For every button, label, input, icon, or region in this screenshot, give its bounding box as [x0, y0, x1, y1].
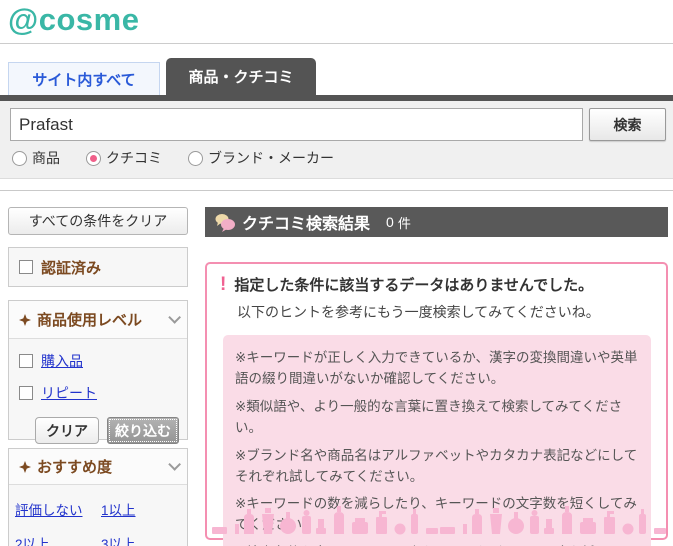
- search-input[interactable]: [10, 108, 583, 141]
- usage-level-box: 商品使用レベル 購入品 リピート クリア 絞り込む: [8, 300, 188, 444]
- chevron-down-icon[interactable]: [168, 311, 181, 324]
- repeat-checkbox[interactable]: [19, 386, 33, 400]
- radio-review[interactable]: クチコミ: [86, 148, 162, 168]
- radio-review-circle[interactable]: [86, 150, 101, 166]
- results-title: クチコミ検索結果: [242, 216, 371, 233]
- no-results-heading-row: ! 指定した条件に該当するデータはありませんでした。: [207, 264, 666, 296]
- search-type-radios: 商品 クチコミ ブランド・メーカー: [12, 148, 360, 168]
- speech-bubbles-icon: [215, 213, 235, 232]
- recommend-header[interactable]: おすすめ度: [9, 449, 187, 485]
- cosmetics-bottles-illustration: [212, 506, 666, 535]
- results-count-unit: 件: [397, 215, 411, 231]
- verified-filter-box[interactable]: 認証済み: [8, 247, 188, 287]
- recommend-link-1plus[interactable]: 1以上: [101, 499, 187, 519]
- recommend-link-2plus[interactable]: 2以上: [15, 533, 101, 546]
- tab-site-all-label: サイト内すべて: [32, 71, 136, 89]
- radio-product-circle[interactable]: [12, 150, 27, 166]
- no-results-subheading: 以下のヒントを参考にもう一度検索してみてくださいね。: [237, 303, 600, 320]
- content-divider: [0, 190, 673, 191]
- no-results-heading: 指定した条件に該当するデータはありませんでした。: [234, 277, 594, 294]
- star-icon: [19, 460, 31, 473]
- chevron-down-icon[interactable]: [168, 458, 181, 471]
- tab-product-review-label: 商品・クチコミ: [188, 69, 294, 86]
- search-panel: 検索 商品 クチコミ ブランド・メーカー: [0, 95, 673, 179]
- usage-buttons: クリア 絞り込む: [35, 417, 187, 444]
- radio-brand-maker-label: ブランド・メーカー: [208, 150, 334, 166]
- purchased-checkbox[interactable]: [19, 354, 33, 368]
- usage-filter-button[interactable]: 絞り込む: [107, 417, 179, 444]
- hint-item: ※類似語や、より一般的な言葉に置き換えて検索してみてください。: [235, 398, 623, 435]
- star-icon: [19, 313, 31, 326]
- verified-checkbox[interactable]: [19, 260, 33, 274]
- usage-level-title: 商品使用レベル: [37, 312, 143, 329]
- usage-item-repeat[interactable]: リピート: [19, 383, 187, 403]
- search-button[interactable]: 検索: [589, 108, 666, 141]
- hint-item: ※キーワードが正しく入力できているか、漢字の変換間違いや英単語の綴り間違いがない…: [235, 349, 638, 386]
- recommend-title: おすすめ度: [37, 459, 113, 476]
- results-header-bar: クチコミ検索結果 0 件: [205, 207, 668, 237]
- usage-clear-button[interactable]: クリア: [35, 417, 99, 444]
- page-root: @cosme サイト内すべて 商品・クチコミ 検索 商品 クチコミ ブランド・メ…: [0, 0, 673, 546]
- repeat-link[interactable]: リピート: [41, 383, 97, 403]
- header-divider: [0, 43, 673, 44]
- radio-brand-maker-circle[interactable]: [188, 150, 203, 166]
- no-results-box: ! 指定した条件に該当するデータはありませんでした。 以下のヒントを参考にもう一…: [205, 262, 668, 546]
- recommend-box: おすすめ度 評価しない 1以上 2以上 3以上 4以上 5以上: [8, 448, 188, 546]
- recommend-links: 評価しない 1以上 2以上 3以上 4以上 5以上: [9, 485, 187, 546]
- radio-product-label: 商品: [32, 150, 60, 166]
- recommend-link-no-rating[interactable]: 評価しない: [15, 499, 101, 519]
- usage-item-purchased[interactable]: 購入品: [19, 351, 187, 371]
- results-count: 0: [386, 214, 394, 230]
- radio-review-label: クチコミ: [106, 150, 162, 166]
- verified-label: 認証済み: [41, 259, 102, 277]
- clear-all-conditions-button[interactable]: すべての条件をクリア: [8, 207, 188, 235]
- purchased-link[interactable]: 購入品: [41, 351, 83, 371]
- cosme-logo[interactable]: @cosme: [8, 2, 139, 38]
- exclamation-icon: !: [220, 274, 227, 295]
- recommend-link-3plus[interactable]: 3以上: [101, 533, 187, 546]
- radio-brand-maker[interactable]: ブランド・メーカー: [188, 148, 334, 168]
- radio-product[interactable]: 商品: [12, 148, 60, 168]
- tab-site-all[interactable]: サイト内すべて: [8, 62, 160, 95]
- usage-level-header[interactable]: 商品使用レベル: [9, 301, 187, 339]
- hint-item: ※ブランド名や商品名はアルファベットやカタカナ表記などにしてそれぞれ試してみてく…: [235, 447, 638, 484]
